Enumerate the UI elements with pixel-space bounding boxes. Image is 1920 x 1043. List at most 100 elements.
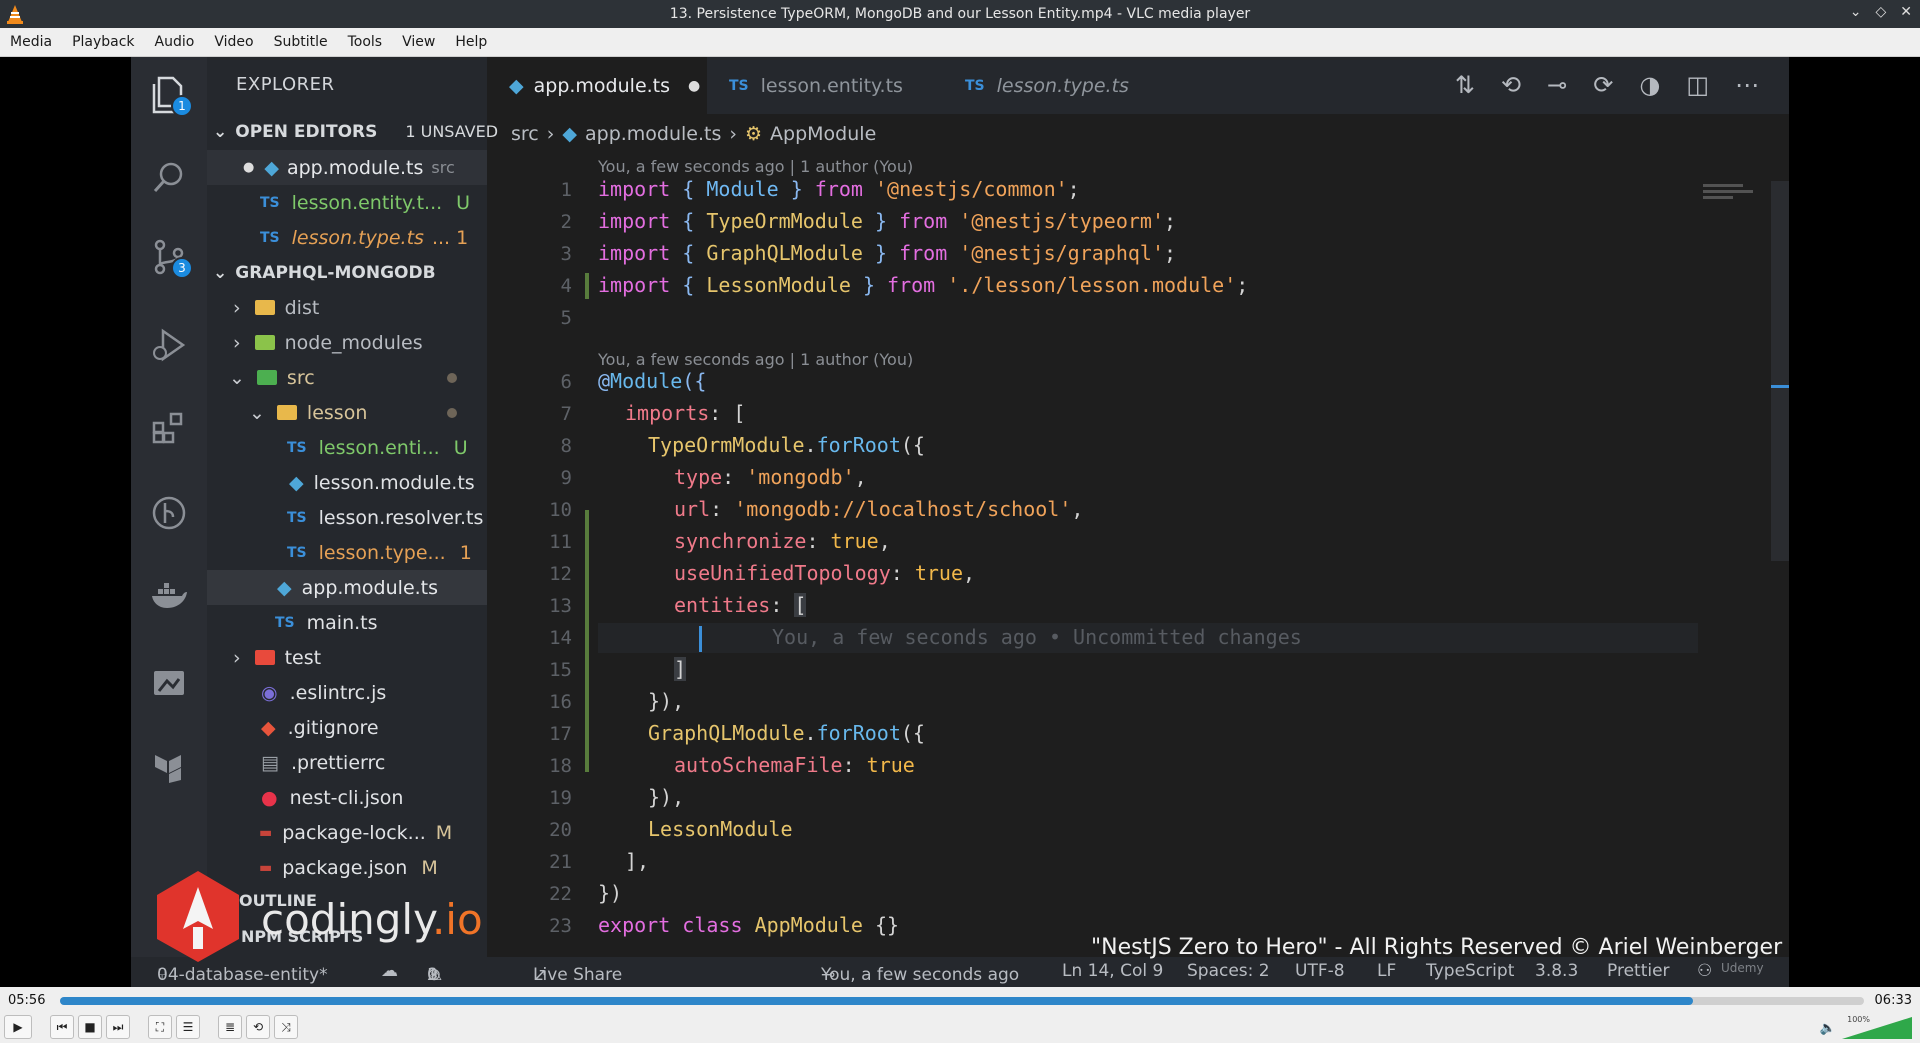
playlist-button[interactable]: ≣	[218, 1015, 242, 1039]
explorer-badge: 1	[171, 95, 193, 117]
menu-tools[interactable]: Tools	[338, 34, 393, 50]
line-ending[interactable]: LF	[1377, 961, 1396, 981]
menu-video[interactable]: Video	[204, 34, 263, 50]
split-editor-icon[interactable]: ◫	[1686, 71, 1709, 99]
codingly-logo-icon	[157, 871, 239, 962]
cursor-position[interactable]: Ln 14, Col 9	[1062, 961, 1163, 981]
tree-item-lesson-module[interactable]: ◆ lesson.module.ts	[207, 465, 487, 500]
folder-open-icon	[276, 405, 297, 420]
extended-settings-button[interactable]: ☰	[176, 1015, 200, 1039]
breadcrumb-symbol[interactable]: AppModule	[770, 123, 876, 145]
minimize-icon[interactable]: ⌄	[1850, 4, 1862, 20]
git-icon: ◆	[261, 716, 276, 739]
codelens-authors[interactable]: You, a few seconds ago | 1 author (You)	[598, 350, 913, 369]
npm-icon: ▬	[259, 824, 273, 841]
open-file-label: app.module.ts	[286, 156, 424, 179]
menu-subtitle[interactable]: Subtitle	[264, 34, 338, 50]
close-icon[interactable]: ✕	[1900, 4, 1912, 20]
indentation[interactable]: Spaces: 2	[1187, 961, 1270, 981]
tree-item-dist[interactable]: › dist	[207, 290, 487, 325]
tree-item-package-lock[interactable]: ▬ package-lock... M	[207, 815, 487, 850]
codelens-authors[interactable]: You, a few seconds ago | 1 author (You)	[598, 157, 913, 176]
next-change-icon[interactable]: ⟳	[1593, 71, 1613, 99]
player-controls: 05:56 06:33 ▶ ⏮ ■ ⏭ ⛶ ☰ ≣ ⟲ ⤨ 🔈 100%	[0, 987, 1920, 1043]
gitlens-history-icon[interactable]: ◑	[1639, 71, 1660, 99]
tree-item-label: nest-cli.json	[289, 786, 404, 809]
tree-item-label: lesson.module.ts	[313, 471, 475, 494]
code-line: LessonModule	[648, 817, 793, 841]
nest-file-icon: ◆	[277, 576, 292, 599]
video-area[interactable]: 1 3 EXPLORER ⌄ OPEN EDITORS 1 UNSAVED ● …	[0, 57, 1920, 987]
previous-change-icon[interactable]: ⟲	[1501, 71, 1521, 99]
tree-item-main[interactable]: TS main.ts	[207, 605, 487, 640]
stop-button[interactable]: ■	[78, 1015, 102, 1039]
chevron-right-icon: ›	[233, 646, 241, 669]
previous-button[interactable]: ⏮	[50, 1015, 74, 1039]
breadcrumb-folder[interactable]: src	[511, 123, 539, 145]
next-button[interactable]: ⏭	[106, 1015, 130, 1039]
breadcrumb-file[interactable]: app.module.ts	[585, 123, 721, 145]
open-editors-section[interactable]: ⌄ OPEN EDITORS 1 UNSAVED	[207, 114, 498, 149]
tree-item-label: test	[284, 646, 322, 669]
more-actions-icon[interactable]: ⋯	[1735, 71, 1759, 99]
line-number: 5	[560, 307, 572, 329]
loop-button[interactable]: ⟲	[246, 1015, 270, 1039]
tree-item-eslintrc[interactable]: ◉ .eslintrc.js	[207, 675, 487, 710]
tree-item-lesson[interactable]: ⌄ lesson	[207, 395, 487, 430]
code-line: export class AppModule {}	[598, 913, 900, 937]
fullscreen-button[interactable]: ⛶	[148, 1015, 172, 1039]
tree-item-lesson-resolver[interactable]: TS lesson.resolver.ts	[207, 500, 487, 535]
editor-scrollbar[interactable]	[1771, 181, 1789, 561]
commit-icon[interactable]: ⊸	[1547, 71, 1567, 99]
line-number: 1	[560, 179, 572, 201]
volume-slider[interactable]	[1842, 1017, 1912, 1039]
account-icon[interactable]: ⚇	[1697, 961, 1712, 981]
code-line: @Module({	[598, 369, 707, 393]
total-time[interactable]: 06:33	[1875, 993, 1912, 1008]
tree-item-src[interactable]: ⌄ src	[207, 360, 487, 395]
open-file-lesson-type[interactable]: TS lesson.type.ts ... 1	[207, 220, 487, 255]
open-file-app-module[interactable]: ● ◆ app.module.ts src	[207, 150, 487, 185]
ts-version[interactable]: 3.8.3	[1535, 961, 1578, 981]
tree-item-nest-cli[interactable]: ● nest-cli.json	[207, 780, 487, 815]
formatter-status[interactable]: Prettier	[1607, 961, 1670, 981]
menu-playback[interactable]: Playback	[62, 34, 144, 50]
menu-media[interactable]: Media	[0, 34, 62, 50]
tree-item-test[interactable]: › test	[207, 640, 487, 675]
speaker-icon[interactable]: 🔈	[1820, 1021, 1836, 1036]
tree-item-app-module[interactable]: ◆ app.module.ts	[207, 570, 487, 605]
sync-icon[interactable]: ☁	[381, 961, 398, 981]
tree-item-node-modules[interactable]: › node_modules	[207, 325, 487, 360]
maximize-icon[interactable]: ◇	[1875, 4, 1886, 20]
files-icon: 1	[149, 75, 193, 117]
logo-suffix: .io	[431, 895, 483, 944]
tree-item-prettierrc[interactable]: ▤ .prettierrc	[207, 745, 487, 780]
tree-item-lesson-type[interactable]: TS lesson.type... 1	[207, 535, 487, 570]
tree-item-label: .prettierrc	[290, 751, 386, 774]
code-line: synchronize: true,	[674, 529, 891, 553]
project-section[interactable]: ⌄ GRAPHQL-MONGODB	[207, 255, 487, 290]
tab-lesson-entity[interactable]: TS lesson.entity.ts	[707, 57, 943, 114]
tree-item-label: node_modules	[284, 331, 423, 354]
tree-item-lesson-entity[interactable]: TS lesson.enti... U	[207, 430, 487, 465]
minimap[interactable]	[1703, 181, 1763, 211]
code-editor[interactable]: You, a few seconds ago | 1 author (You) …	[487, 149, 1789, 957]
tab-lesson-type[interactable]: TS lesson.type.ts	[943, 57, 1153, 114]
shuffle-button[interactable]: ⤨	[274, 1015, 298, 1039]
tab-app-module[interactable]: ◆ app.module.ts ●	[487, 57, 707, 114]
compare-changes-icon[interactable]: ⇅	[1455, 71, 1475, 99]
line-number: 3	[560, 243, 572, 265]
chevron-down-icon: ⌄	[229, 366, 245, 389]
menu-audio[interactable]: Audio	[145, 34, 205, 50]
seek-bar[interactable]	[60, 997, 1864, 1005]
tree-item-package-json[interactable]: ▬ package.json M	[207, 850, 487, 885]
tree-item-gitignore[interactable]: ◆ .gitignore	[207, 710, 487, 745]
inline-blame: You, a few seconds ago • Uncommitted cha…	[772, 625, 1302, 649]
language-mode[interactable]: TypeScript	[1426, 961, 1514, 981]
menu-help[interactable]: Help	[445, 34, 497, 50]
encoding[interactable]: UTF-8	[1295, 961, 1345, 981]
menu-view[interactable]: View	[392, 34, 445, 50]
chevron-right-icon: ›	[729, 123, 737, 145]
play-button[interactable]: ▶	[4, 1015, 32, 1039]
open-file-lesson-entity[interactable]: TS lesson.entity.t... U	[207, 185, 487, 220]
